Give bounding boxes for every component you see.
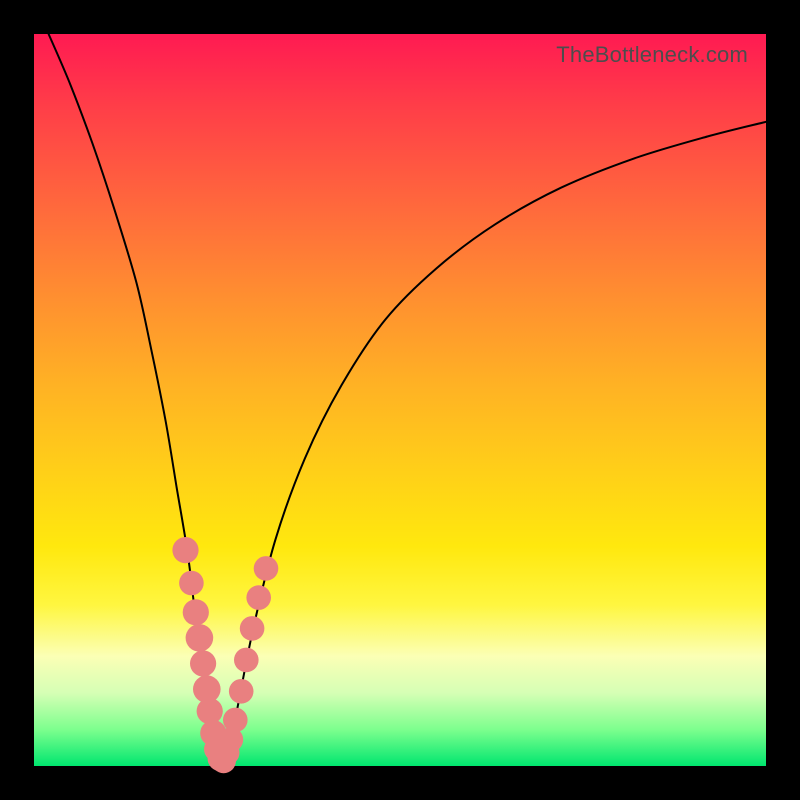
curve-marker bbox=[179, 571, 204, 596]
curve-marker bbox=[197, 698, 223, 724]
curve-marker bbox=[172, 537, 198, 563]
curve-marker bbox=[254, 556, 279, 581]
curve-marker bbox=[223, 708, 248, 733]
chart-svg bbox=[34, 34, 766, 766]
chart-plot-area: TheBottleneck.com bbox=[34, 34, 766, 766]
curve-marker bbox=[186, 624, 214, 652]
curve-marker bbox=[240, 616, 265, 641]
curve-marker bbox=[246, 585, 271, 610]
curve-markers bbox=[172, 537, 278, 773]
chart-stage: TheBottleneck.com bbox=[0, 0, 800, 800]
curve-marker bbox=[234, 648, 259, 673]
curve-marker bbox=[190, 650, 216, 676]
curve-marker bbox=[183, 599, 209, 625]
bottleneck-curve-line bbox=[49, 34, 766, 762]
curve-marker bbox=[229, 679, 254, 704]
